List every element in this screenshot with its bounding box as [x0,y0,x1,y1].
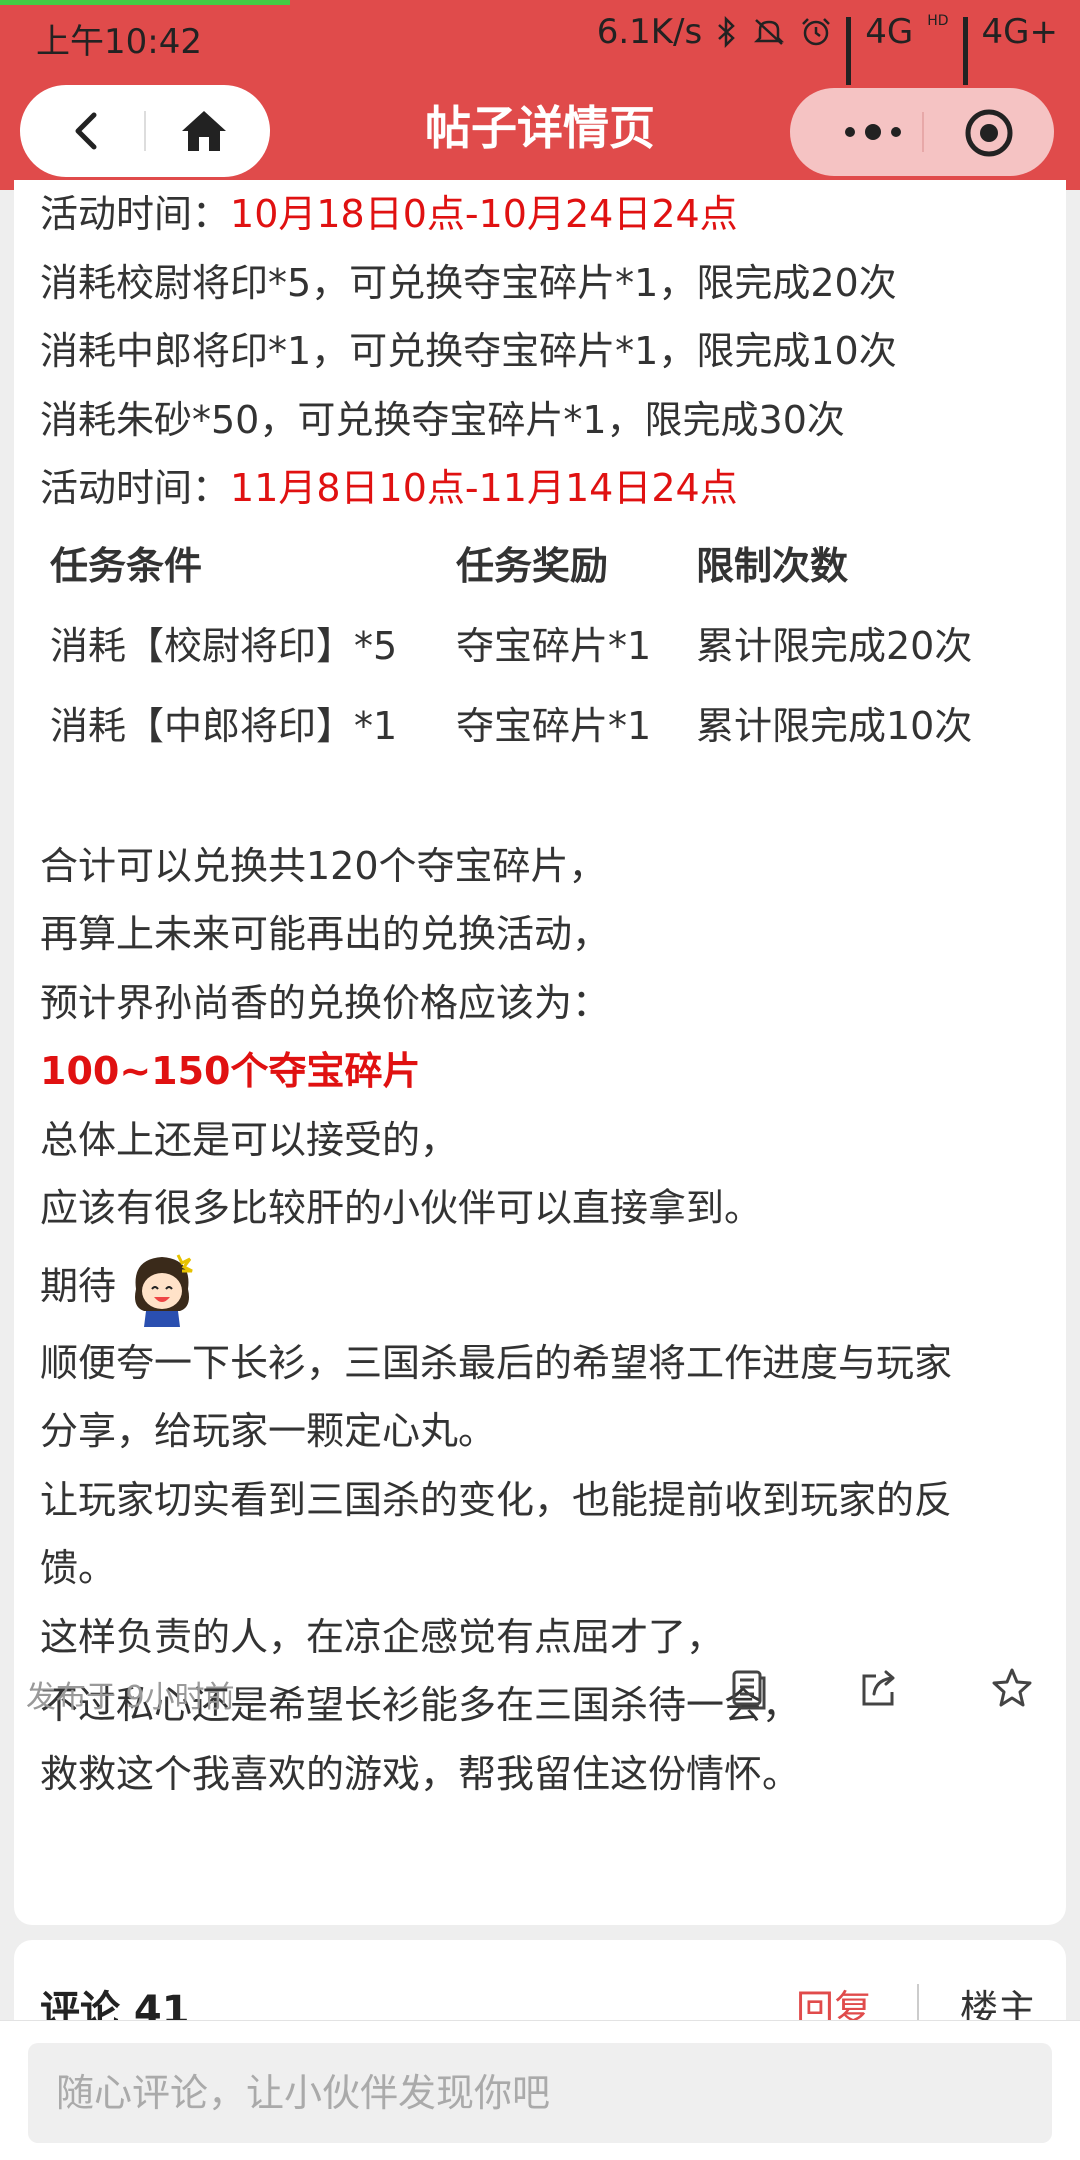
text-line: 消耗中郎将印*1，可兑换夺宝碎片*1，限完成10次 [40,329,897,373]
status-time: 上午10:42 [36,22,202,62]
table-header-cell: 限制次数 [696,543,849,588]
activity-time-line: 活动时间：10月18日0点-10月24日24点 [40,180,1050,249]
table-cell: 累计限完成20次 [696,623,973,668]
table-cell: 消耗【中郎将印】*1 [50,703,398,748]
table-cell: 消耗【校尉将印】*5 [50,623,398,668]
table-header-cell: 任务条件 [50,543,203,588]
price-highlight: 100~150个夺宝碎片 [40,1049,421,1093]
text-line: 消耗校尉将印*5，可兑换夺宝碎片*1，限完成20次 [40,260,897,305]
table-header-cell: 任务奖励 [456,543,609,588]
publish-time: 发布于 9小时前 [26,1680,235,1715]
task-table: 任务条件 任务奖励 限制次数 消耗【校尉将印】*5 夺宝碎片*1 累计限完成20… [40,523,1040,763]
status-bar: 上午10:42 6.1K/s 4G HD 4G+ [0,0,1080,85]
expect-text: 期待 [40,1263,117,1308]
text-line: 预计界孙尚香的兑换价格应该为： [40,980,611,1025]
table-cell: 累计限完成10次 [696,703,973,748]
table-row: 消耗【校尉将印】*5 夺宝碎片*1 累计限完成20次 [40,611,1040,681]
hd-badge: HD [927,13,949,29]
bluetooth-icon [718,16,736,48]
text-line: 救救这个我喜欢的游戏，帮我留住这份情怀。 [40,1751,801,1796]
post-content: 活动时间：10月18日0点-10月24日24点 消耗校尉将印*5，可兑换夺宝碎片… [40,180,1050,1808]
label: 活动时间： [40,466,231,510]
comment-bar [0,2020,1080,2160]
mute-icon [754,19,785,45]
label: 活动时间： [40,192,231,236]
net-speed: 6.1K/s [596,12,703,52]
date-highlight: 10月18日0点-10月24日24点 [230,192,738,236]
post-meta: 发布于 9小时前 [26,1660,1046,1720]
nav-capsule-right [790,88,1054,176]
text-line: 消耗朱砂*50，可兑换夺宝碎片*1，限完成30次 [40,397,845,442]
star-icon[interactable] [990,1666,1034,1710]
signal-icon-2 [962,17,968,85]
text-line: 合计可以兑换共120个夺宝碎片， [40,843,607,888]
text-line: 总体上还是可以接受的， [40,1117,459,1162]
network-type-1: 4G [865,12,914,52]
network-type-2: 4G+ [981,12,1058,52]
table-header: 任务条件 任务奖励 限制次数 [40,531,1040,601]
expect-line: 期待 [40,1243,1050,1329]
text-line: 应该有很多比较肝的小伙伴可以直接拿到。 [40,1186,763,1230]
text-line: 顺便夸一下长衫，三国杀最后的希望将工作进度与玩家 [40,1340,953,1385]
cartoon-sticker-icon [135,1253,193,1327]
table-cell: 夺宝碎片*1 [456,703,652,748]
more-dots-icon[interactable] [828,110,918,154]
share-icon[interactable] [856,1666,900,1710]
alarm-icon [802,18,831,46]
copy-icon[interactable] [726,1666,770,1710]
signal-icon [846,17,852,85]
table-cell: 夺宝碎片*1 [456,623,652,668]
comment-input[interactable] [28,2043,1052,2143]
target-icon[interactable] [964,108,1014,158]
activity-time-line: 活动时间：11月8日10点-11月14日24点 [40,454,1050,523]
text-line: 再算上未来可能再出的兑换活动， [40,912,611,956]
status-icons: 6.1K/s 4G HD 4G+ [596,12,1058,85]
text-line: 馈。 [40,1546,117,1590]
date-highlight: 11月8日10点-11月14日24点 [230,466,738,510]
divider [922,112,924,152]
table-row: 消耗【中郎将印】*1 夺宝碎片*1 累计限完成10次 [40,691,1040,761]
divider [917,1984,919,2024]
text-line: 让玩家切实看到三国杀的变化，也能提前收到玩家的反 [40,1477,953,1522]
text-line: 分享，给玩家一颗定心丸。 [40,1409,497,1453]
app-header: 上午10:42 6.1K/s 4G HD 4G+ 帖子详情页 [0,0,1080,190]
